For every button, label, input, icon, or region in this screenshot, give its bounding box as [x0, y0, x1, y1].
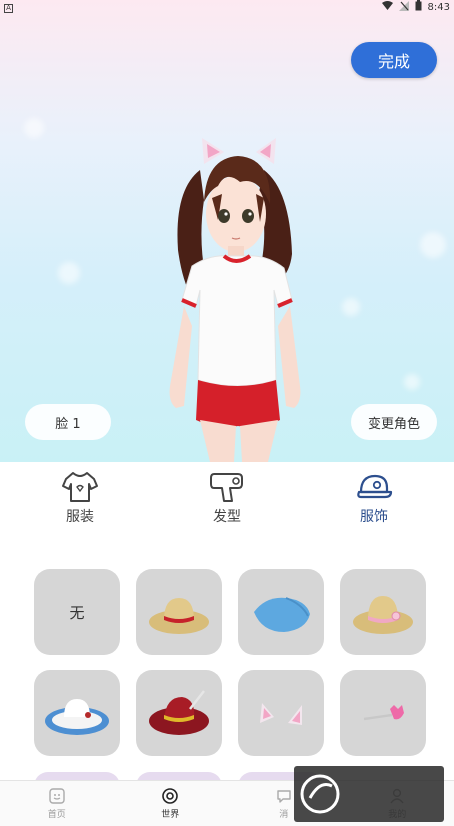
face-selector-button[interactable]: 脸 1	[25, 404, 111, 440]
home-icon	[49, 788, 65, 804]
tab-label: 服装	[66, 509, 94, 525]
battery-icon	[415, 0, 422, 14]
item-cat-ears[interactable]	[238, 670, 324, 756]
notification-app-icon: A	[4, 3, 13, 13]
status-time: 8:43	[427, 1, 450, 13]
status-bar: A 8:43	[0, 0, 454, 14]
category-tabs: 服装 发型 服饰	[0, 470, 454, 534]
bokeh-light	[24, 118, 44, 138]
pink-hairpin-icon	[363, 705, 404, 721]
avatar-editor-screen: A 8:43 完成 脸 1 变更角色 服装 发型 服饰 无 首页 世界 消	[0, 0, 454, 826]
tab-accessories[interactable]: 服饰	[334, 470, 414, 534]
bokeh-light	[404, 374, 420, 390]
done-button[interactable]: 完成	[351, 42, 437, 78]
status-right: 8:43	[381, 0, 450, 14]
tab-clothing[interactable]: 服装	[40, 470, 120, 534]
blue-white-sunhat-icon	[45, 699, 109, 735]
accessory-grid: 无	[34, 569, 426, 756]
item-hairpin[interactable]	[340, 670, 426, 756]
tab-hairstyle[interactable]: 发型	[187, 470, 267, 534]
nav-label: 首页	[47, 810, 66, 820]
straw-hat-red-band-icon	[149, 598, 209, 634]
wifi-icon	[381, 1, 393, 13]
character-preview: 完成 脸 1 变更角色	[0, 0, 454, 462]
straw-hat-pink-flower-icon	[353, 596, 413, 634]
item-none[interactable]: 无	[34, 569, 120, 655]
item-blue-beret[interactable]	[238, 569, 324, 655]
hairdryer-icon	[210, 473, 243, 502]
nav-label: 消	[279, 810, 289, 820]
item-straw-hat-flower[interactable]	[340, 569, 426, 655]
change-character-button[interactable]: 变更角色	[351, 404, 437, 440]
tab-label: 服饰	[360, 509, 388, 525]
bokeh-light	[342, 298, 360, 316]
watermark-logo-icon	[300, 774, 340, 814]
character-model[interactable]	[140, 130, 320, 462]
nav-home[interactable]: 首页	[17, 787, 97, 820]
nav-label: 世界	[161, 810, 180, 820]
bokeh-light	[58, 262, 80, 284]
item-blue-white-sunhat[interactable]	[34, 670, 120, 756]
message-icon	[277, 790, 291, 803]
watermark-overlay	[294, 766, 444, 822]
tab-label: 发型	[213, 509, 241, 525]
cat-ears-icon	[260, 703, 302, 725]
status-left: A	[4, 2, 13, 13]
world-icon	[162, 788, 179, 804]
item-red-feather-hat[interactable]	[136, 670, 222, 756]
blue-beret-icon	[254, 597, 310, 632]
red-feather-hat-icon	[149, 690, 209, 735]
no-signal-icon	[398, 0, 409, 14]
item-straw-hat[interactable]	[136, 569, 222, 655]
shirt-icon	[62, 472, 98, 502]
bokeh-light	[420, 232, 446, 258]
nav-world[interactable]: 世界	[130, 787, 210, 820]
cap-icon	[357, 474, 393, 499]
